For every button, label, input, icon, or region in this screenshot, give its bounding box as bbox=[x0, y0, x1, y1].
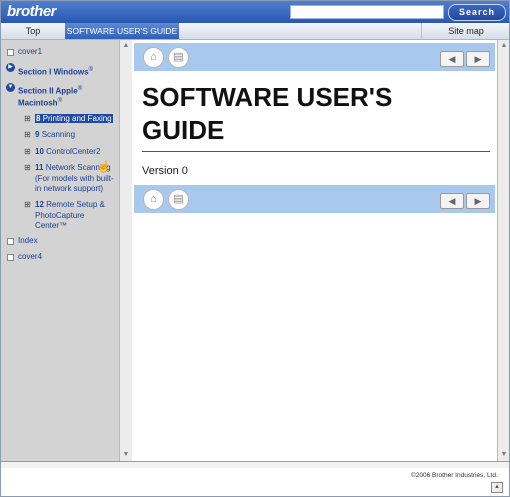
toc-section1[interactable]: Section I Windows® bbox=[18, 65, 93, 78]
scroll-up-icon[interactable]: ▲ bbox=[498, 40, 509, 52]
content-pane: ⌂ ▤ ◀ ▶ SOFTWARE USER'S GUIDE Version 0 … bbox=[132, 40, 497, 461]
toc-section1-label: Section I Windows bbox=[18, 67, 89, 77]
prev-arrow-icon[interactable]: ◀ bbox=[440, 51, 464, 67]
plus-icon[interactable]: ⊞ bbox=[24, 115, 31, 123]
page-title-line1: SOFTWARE USER'S bbox=[142, 82, 393, 112]
plus-icon[interactable]: ⊞ bbox=[24, 131, 31, 139]
page-title: SOFTWARE USER'S GUIDE bbox=[142, 81, 492, 147]
header-bar: brother Search bbox=[1, 1, 509, 23]
print-icon[interactable]: ▤ bbox=[168, 47, 189, 68]
content-scrollbar[interactable]: ▲ ▼ bbox=[497, 40, 509, 461]
toc-item-8[interactable]: 8 Printing and Faxing bbox=[35, 114, 113, 124]
toc-item-11-line2[interactable]: (For models with built- bbox=[35, 174, 114, 184]
next-arrow-icon[interactable]: ▶ bbox=[466, 193, 490, 209]
copyright-text: ©2006 Brother Industries, Ltd. bbox=[411, 472, 498, 479]
app-window: brother Search Top SOFTWARE USER'S GUIDE… bbox=[0, 0, 510, 497]
page-title-line2: GUIDE bbox=[142, 115, 225, 145]
scroll-down-icon[interactable]: ▼ bbox=[120, 449, 132, 461]
print-icon[interactable]: ▤ bbox=[168, 189, 189, 210]
expand-icon[interactable]: ▶ bbox=[6, 63, 15, 72]
bottom-toolbar: ⌂ ▤ ◀ ▶ bbox=[134, 185, 495, 213]
sidebar: cover1 ▶ Section I Windows® ▼ Section II… bbox=[1, 40, 119, 461]
toc-item-9[interactable]: 9 Scanning bbox=[35, 130, 75, 140]
toc-item-8-label: Printing and Faxing bbox=[42, 114, 112, 123]
toc-item-11-line3[interactable]: in network support) bbox=[35, 184, 103, 194]
toc-section2-line2-label: Macintosh bbox=[18, 98, 58, 108]
scroll-up-icon[interactable]: ▲ bbox=[120, 40, 132, 52]
doc-icon bbox=[7, 49, 14, 56]
toc-cover1[interactable]: cover1 bbox=[18, 47, 42, 57]
version-text: Version 0 bbox=[142, 165, 188, 177]
toc-section2[interactable]: Section II Apple® bbox=[18, 84, 82, 97]
plus-icon[interactable]: ⊞ bbox=[24, 201, 31, 209]
title-divider bbox=[142, 151, 490, 152]
hand-cursor-icon: ☝ bbox=[97, 161, 111, 173]
toc-cover4[interactable]: cover4 bbox=[18, 252, 42, 262]
nav-bar: Top SOFTWARE USER'S GUIDE Site map bbox=[1, 23, 509, 40]
footer-band bbox=[1, 462, 509, 468]
toc-item-12-label: Remote Setup & bbox=[46, 200, 105, 209]
toc-item-10[interactable]: 10 ControlCenter2 bbox=[35, 147, 100, 157]
toc-item-10-num: 10 bbox=[35, 147, 44, 156]
toc-section2-sup2: ® bbox=[57, 98, 62, 104]
doc-icon bbox=[7, 238, 14, 245]
plus-icon[interactable]: ⊞ bbox=[24, 164, 31, 172]
toc-section2-sup: ® bbox=[77, 86, 83, 92]
search-button[interactable]: Search bbox=[448, 4, 506, 21]
nav-guide-tab[interactable]: SOFTWARE USER'S GUIDE bbox=[65, 23, 179, 39]
nav-sitemap-link[interactable]: Site map bbox=[421, 23, 509, 39]
toc-item-12[interactable]: 12 Remote Setup & bbox=[35, 200, 105, 210]
toc-item-11-num: 11 bbox=[35, 163, 44, 172]
toc-item-12-num: 12 bbox=[35, 200, 44, 209]
home-icon[interactable]: ⌂ bbox=[143, 47, 164, 68]
prev-arrow-icon[interactable]: ◀ bbox=[440, 193, 464, 209]
toc-item-9-label: Scanning bbox=[41, 130, 76, 139]
toc-index[interactable]: Index bbox=[18, 236, 38, 246]
back-to-top-icon[interactable]: ▲ bbox=[491, 482, 503, 493]
home-icon[interactable]: ⌂ bbox=[143, 189, 164, 210]
doc-icon bbox=[7, 254, 14, 261]
scroll-down-icon[interactable]: ▼ bbox=[498, 449, 509, 461]
toc-item-12-line2[interactable]: PhotoCapture bbox=[35, 211, 84, 221]
search-input[interactable] bbox=[290, 5, 444, 19]
collapse-icon[interactable]: ▼ bbox=[6, 83, 15, 92]
toc-section2-line1: Section II Apple bbox=[18, 86, 78, 96]
next-arrow-icon[interactable]: ▶ bbox=[466, 51, 490, 67]
toc-item-selected: 8 Printing and Faxing bbox=[35, 114, 113, 123]
toc-item-12-line3[interactable]: Center™ bbox=[35, 221, 67, 231]
plus-icon[interactable]: ⊞ bbox=[24, 148, 31, 156]
top-toolbar: ⌂ ▤ ◀ ▶ bbox=[134, 43, 495, 71]
toc-item-8-num: 8 bbox=[36, 114, 41, 123]
toc-section1-sup: ® bbox=[88, 67, 94, 73]
nav-top-link[interactable]: Top bbox=[1, 23, 66, 39]
toc-section2-line2[interactable]: Macintosh® bbox=[18, 96, 62, 109]
toc-item-10-label: ControlCenter2 bbox=[46, 147, 101, 156]
toc-item-9-num: 9 bbox=[35, 130, 40, 139]
sidebar-scrollbar[interactable]: ▲ ▼ bbox=[119, 40, 133, 461]
brother-logo: brother bbox=[7, 3, 57, 20]
